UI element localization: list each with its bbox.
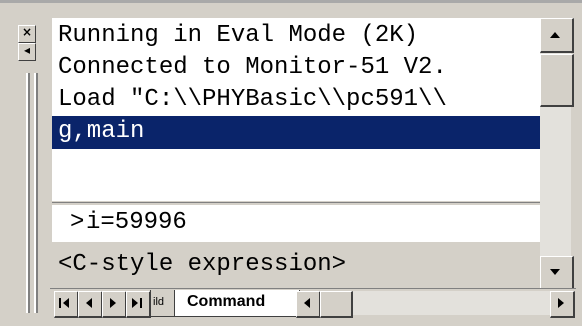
next-tab-icon: [110, 298, 116, 308]
scroll-thumb[interactable]: [540, 54, 574, 107]
hscroll-thumb[interactable]: [320, 291, 353, 318]
output-pane[interactable]: Running in Eval Mode (2K) Connected to M…: [52, 18, 540, 201]
scroll-right-icon: [558, 298, 564, 308]
output-line-4-selected[interactable]: g,main: [58, 116, 144, 149]
window-grip-bar[interactable]: × ◂: [0, 3, 48, 321]
first-tab-icon: [59, 298, 69, 308]
scroll-left-button[interactable]: [296, 291, 321, 318]
tab-command[interactable]: Command: [174, 290, 300, 317]
previous-tab-button[interactable]: [78, 291, 103, 318]
close-icon: ×: [21, 25, 33, 39]
close-pane-button[interactable]: ×: [18, 25, 36, 43]
first-tab-button[interactable]: [54, 291, 79, 318]
vertical-scrollbar[interactable]: [540, 18, 574, 291]
output-line-2: Connected to Monitor-51 V2.: [58, 54, 447, 81]
triangle-down-icon: [550, 269, 560, 275]
output-line-3: Load "C:\\PHYBasic\\pc591\\: [58, 86, 447, 113]
grip-line-1: [26, 73, 30, 313]
scroll-right-button[interactable]: [550, 291, 575, 318]
scroll-down-button[interactable]: [540, 256, 574, 291]
previous-tab-icon: [86, 298, 92, 308]
last-tab-icon: [132, 298, 142, 308]
last-tab-button[interactable]: [126, 291, 151, 318]
command-input[interactable]: > i=59996: [52, 206, 540, 242]
triangle-up-icon: [550, 32, 560, 38]
left-arrow-icon: ◂: [23, 43, 31, 57]
tab-bar: ild Command: [50, 288, 576, 318]
tab-build-label: ild: [153, 296, 165, 308]
tab-command-label: Command: [187, 293, 266, 310]
output-line-1: Running in Eval Mode (2K): [58, 22, 419, 49]
dock-pane-button[interactable]: ◂: [18, 43, 36, 61]
syntax-hint-text: <C-style expression>: [58, 251, 347, 278]
command-prompt: >: [70, 209, 85, 236]
horizontal-scrollbar[interactable]: [296, 291, 575, 318]
next-tab-button[interactable]: [102, 291, 127, 318]
scroll-up-button[interactable]: [540, 18, 574, 53]
grip-line-2: [34, 73, 38, 313]
tab-build-partial[interactable]: ild: [150, 290, 176, 317]
syntax-hint-bar: <C-style expression>: [52, 244, 540, 286]
scroll-left-icon: [304, 298, 310, 308]
command-value: i=59996: [86, 209, 187, 236]
